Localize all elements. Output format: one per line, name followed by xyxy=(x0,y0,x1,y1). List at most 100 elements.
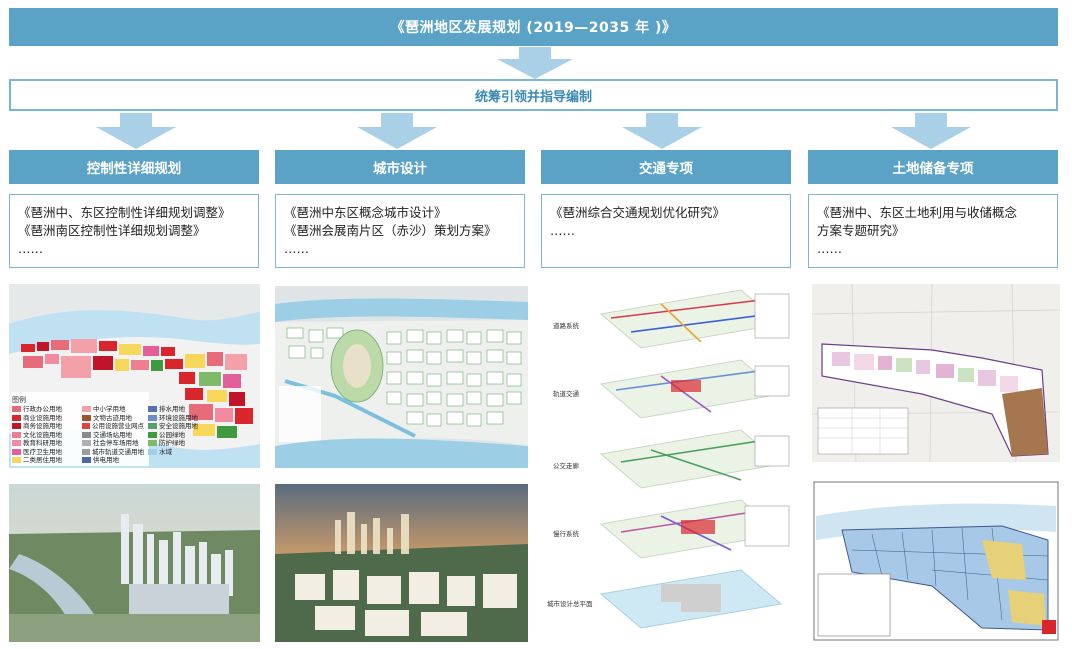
plan-doc-line: 《琶洲南区控制性详细规划调整》 xyxy=(18,223,206,238)
legend-item: 商业设施用地 xyxy=(12,414,78,423)
legend-label: 医疗卫生用地 xyxy=(23,447,62,456)
legend-swatch xyxy=(82,440,91,447)
column-box-regulatory: 《琶洲中、东区控制性详细规划调整》 《琶洲南区控制性详细规划调整》 …… xyxy=(9,194,259,268)
legend-label: 商务设施用地 xyxy=(23,422,62,430)
legend-swatch xyxy=(12,423,21,430)
legend-swatch xyxy=(12,431,21,438)
legend-swatch xyxy=(148,448,157,455)
legend-item: 中小学用地 xyxy=(82,405,144,414)
legend-label: 防护绿地 xyxy=(159,439,185,447)
legend-item: 供电用地 xyxy=(82,456,144,465)
column-header-regulatory: 控制性详细规划 xyxy=(9,150,259,184)
column-box-transport: 《琶洲综合交通规划优化研究》 …… xyxy=(541,194,791,268)
legend-item: 医疗卫生用地 xyxy=(12,448,78,457)
land-zoning-map-image xyxy=(812,480,1060,642)
legend-item: 社会停车场用地 xyxy=(82,439,144,448)
legend-swatch xyxy=(148,414,157,421)
legend-label: 水域 xyxy=(159,447,172,456)
legend-label: 城市轨道交通用地 xyxy=(92,447,144,456)
legend-swatch xyxy=(148,406,157,413)
layer-label: 公交走廊 xyxy=(553,462,579,470)
plan-doc-line: …… xyxy=(18,241,43,256)
legend-label: 公用设施营业网点 xyxy=(92,422,144,430)
legend-swatch xyxy=(12,457,21,464)
legend-swatch xyxy=(82,423,90,430)
legend-swatch xyxy=(148,431,157,438)
legend-item: 商务设施用地 xyxy=(12,422,78,431)
legend-item: 城市轨道交通用地 xyxy=(82,448,144,457)
column-title: 交通专项 xyxy=(639,161,693,177)
urban-design-plan-image xyxy=(275,286,528,468)
column-header-urban-design: 城市设计 xyxy=(275,150,525,184)
down-arrow-icon xyxy=(497,47,573,79)
plan-doc-line: …… xyxy=(550,223,575,238)
legend-label: 文物古迹用地 xyxy=(93,413,132,422)
legend-label: 二类居住用地 xyxy=(23,456,62,464)
guide-label: 统筹引领并指导编制 xyxy=(474,89,592,105)
legend-title: 图例 xyxy=(12,396,26,404)
legend-item: 教育科研用地 xyxy=(12,439,78,448)
land-use-legend: 图例 行政办公用地 中小学用地 排水用地商业设施用地 文物古迹用地 环境设施用地商务设施… xyxy=(12,396,212,465)
legend-swatch xyxy=(82,406,91,413)
legend-label: 供电用地 xyxy=(93,456,119,464)
plan-doc-line: 《琶洲中、东区控制性详细规划调整》 xyxy=(18,205,231,220)
plan-doc-line: 《琶洲中、东区土地利用与收储概念 xyxy=(817,205,1018,220)
legend-swatch xyxy=(148,440,157,447)
legend-item: 水域 xyxy=(148,448,210,457)
plan-doc-line: …… xyxy=(284,241,309,256)
legend-label: 社会停车场用地 xyxy=(93,439,139,447)
column-title: 城市设计 xyxy=(373,161,427,177)
legend-label: 公园绿地 xyxy=(159,430,185,439)
column-title: 土地储备专项 xyxy=(892,161,974,177)
legend-item: 公园绿地 xyxy=(148,431,210,440)
aerial-render-image xyxy=(9,484,260,642)
legend-item: 公用设施营业网点 xyxy=(82,422,144,431)
legend-swatch xyxy=(12,440,21,447)
plan-doc-line: …… xyxy=(817,241,842,256)
legend-swatch xyxy=(12,448,21,455)
legend-label: 安全设施用地 xyxy=(159,422,198,430)
down-arrow-icon xyxy=(357,113,437,149)
legend-swatch xyxy=(148,423,157,430)
column-title: 控制性详细规划 xyxy=(86,161,182,177)
layer-label: 慢行系统 xyxy=(553,530,579,538)
legend-item: 排水用地 xyxy=(148,405,210,414)
layer-label: 城市设计总平面 xyxy=(547,600,593,608)
plan-doc-line: 《琶洲综合交通规划优化研究》 xyxy=(550,205,726,220)
night-render-image xyxy=(275,484,528,642)
legend-swatch xyxy=(82,457,91,464)
legend-item: 安全设施用地 xyxy=(148,422,210,431)
down-arrow-icon xyxy=(96,113,176,149)
legend-label: 教育科研用地 xyxy=(23,439,62,447)
legend-label: 商业设施用地 xyxy=(23,413,62,422)
plan-doc-line: 《琶洲中东区概念城市设计》 xyxy=(284,205,447,220)
plan-doc-line: 《琶洲会展南片区（赤沙）策划方案》 xyxy=(284,223,497,238)
legend-swatch xyxy=(12,414,21,421)
legend-item: 文物古迹用地 xyxy=(82,414,144,423)
layer-label: 道路系统 xyxy=(553,322,579,330)
legend-swatch xyxy=(82,431,91,438)
down-arrow-icon xyxy=(891,113,971,149)
plan-doc-line: 方案专题研究》 xyxy=(817,223,905,238)
legend-item: 环境设施用地 xyxy=(148,414,210,423)
legend-item: 二类居住用地 xyxy=(12,456,78,465)
legend-item: 交通场站用地 xyxy=(82,431,144,440)
legend-swatch xyxy=(12,406,21,413)
guide-bar: 统筹引领并指导编制 xyxy=(9,79,1058,111)
legend-label: 环境设施用地 xyxy=(159,413,198,422)
down-arrow-icon xyxy=(622,113,702,149)
land-reserve-map-image xyxy=(812,284,1060,462)
plan-title: 《琶洲地区发展规划 (2019—2035 年 )》 xyxy=(390,20,677,36)
column-box-land-reserve: 《琶洲中、东区土地利用与收储概念 方案专题研究》 …… xyxy=(808,194,1058,268)
transport-layer-labels: 道路系统 轨道交通 公交走廊 慢行系统 城市设计总平面 xyxy=(543,284,593,642)
legend-label: 文化设施用地 xyxy=(23,430,62,439)
legend-label: 交通场站用地 xyxy=(93,430,132,439)
legend-label: 中小学用地 xyxy=(93,405,126,413)
legend-item: 行政办公用地 xyxy=(12,405,78,414)
legend-item: 防护绿地 xyxy=(148,439,210,448)
layer-label: 轨道交通 xyxy=(553,390,579,398)
legend-label: 排水用地 xyxy=(159,405,185,413)
column-header-transport: 交通专项 xyxy=(541,150,791,184)
legend-label: 行政办公用地 xyxy=(23,405,62,413)
column-box-urban-design: 《琶洲中东区概念城市设计》 《琶洲会展南片区（赤沙）策划方案》 …… xyxy=(275,194,525,268)
